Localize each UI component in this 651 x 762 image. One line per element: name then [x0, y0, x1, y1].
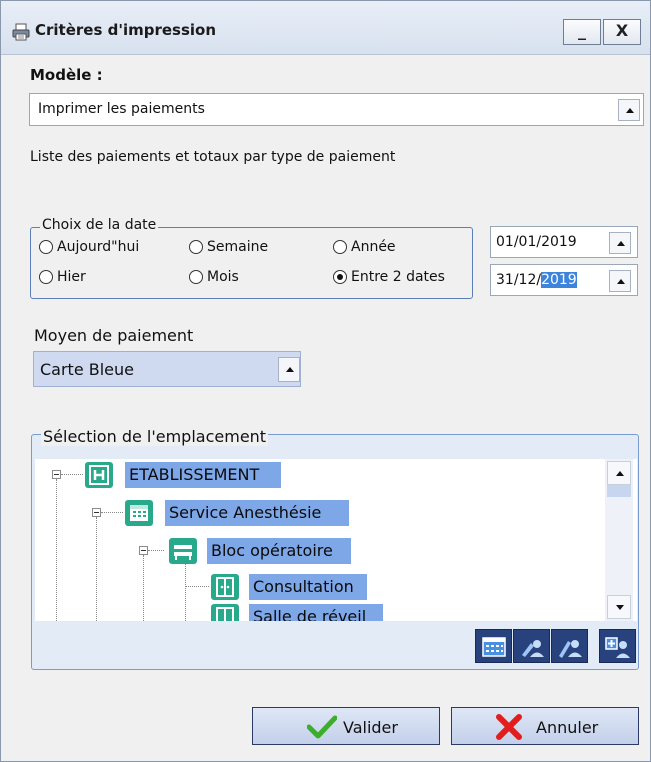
- date-choice-legend: Choix de la date: [40, 217, 159, 233]
- chevron-down-icon[interactable]: [618, 99, 640, 121]
- window-title: Critères d'impression: [35, 21, 217, 39]
- door-icon: [211, 604, 239, 621]
- radio-aujourdhui[interactable]: Aujourd"hui: [39, 238, 139, 256]
- radio-entre-2-dates[interactable]: Entre 2 dates: [333, 268, 445, 286]
- cancel-button[interactable]: Annuler: [451, 707, 639, 745]
- hospital-icon: [85, 462, 113, 488]
- calendar-view-button[interactable]: [475, 629, 512, 663]
- scroll-up-icon[interactable]: [607, 461, 631, 485]
- validate-label: Valider: [343, 718, 398, 737]
- user-edit-icon: [559, 640, 582, 658]
- add-user-button[interactable]: [599, 629, 636, 663]
- print-criteria-dialog: Critères d'impression _ X Modèle : Impri…: [0, 0, 651, 762]
- tree-item-service-anesthesie[interactable]: Service Anesthésie: [35, 497, 365, 527]
- chevron-down-icon[interactable]: [278, 357, 300, 382]
- add-user-icon: [605, 637, 630, 658]
- payment-value: Carte Bleue: [40, 360, 135, 379]
- radio-hier[interactable]: Hier: [39, 268, 86, 286]
- collapse-icon[interactable]: [139, 546, 148, 555]
- date-to-spin-icon[interactable]: [609, 270, 631, 292]
- tree-scrollbar[interactable]: [605, 459, 633, 621]
- model-description: Liste des paiements et totaux par type d…: [30, 149, 396, 165]
- close-button[interactable]: X: [603, 19, 641, 45]
- printer-icon: [12, 23, 30, 41]
- date-to-selected-text: 2019: [541, 272, 577, 288]
- tree-item-salle-de-reveil[interactable]: Salle de réveil: [35, 601, 395, 621]
- date-from-spin-icon[interactable]: [609, 232, 631, 254]
- payment-label: Moyen de paiement: [34, 326, 194, 345]
- location-tree[interactable]: ETABLISSEMENT Service Anesthésie Bloc op…: [35, 459, 637, 621]
- location-legend: Sélection de l'emplacement: [41, 427, 269, 446]
- cancel-label: Annuler: [536, 718, 599, 737]
- date-from-input[interactable]: 01/01/2019: [490, 226, 638, 258]
- payment-select[interactable]: Carte Bleue: [33, 351, 301, 387]
- radio-selected-icon: [333, 270, 347, 284]
- calendar-grid-icon: [482, 637, 506, 657]
- model-label: Modèle :: [30, 66, 103, 84]
- radio-circle-icon: [39, 240, 53, 254]
- scroll-down-icon[interactable]: [607, 595, 631, 619]
- title-bar[interactable]: Critères d'impression _ X: [1, 1, 650, 55]
- radio-circle-icon: [189, 240, 203, 254]
- radio-circle-icon: [189, 270, 203, 284]
- date-to-value: 31/12/: [496, 272, 542, 288]
- tree-item-bloc-operatoire[interactable]: Bloc opératoire: [35, 535, 365, 565]
- tree-item-etablissement[interactable]: ETABLISSEMENT: [35, 459, 335, 489]
- bed-icon: [169, 538, 197, 564]
- user-tool-button[interactable]: [513, 629, 550, 663]
- user-edit-button[interactable]: [551, 629, 588, 663]
- date-from-value: 01/01/2019: [496, 234, 577, 250]
- radio-annee[interactable]: Année: [333, 238, 396, 256]
- cross-icon: [496, 714, 522, 740]
- radio-semaine[interactable]: Semaine: [189, 238, 268, 256]
- radio-circle-icon: [333, 240, 347, 254]
- validate-button[interactable]: Valider: [252, 707, 440, 745]
- door-icon: [211, 574, 239, 600]
- scroll-thumb[interactable]: [607, 485, 631, 497]
- date-to-input[interactable]: 31/12/2019: [490, 264, 638, 296]
- collapse-icon[interactable]: [52, 470, 61, 479]
- radio-mois[interactable]: Mois: [189, 268, 239, 286]
- calendar-grid-icon: [125, 500, 153, 526]
- tree-item-consultation[interactable]: Consultation: [35, 571, 375, 601]
- model-value: Imprimer les paiements: [38, 101, 205, 117]
- user-pen-icon: [522, 640, 544, 657]
- checkmark-icon: [307, 715, 337, 739]
- radio-circle-icon: [39, 270, 53, 284]
- minimize-button[interactable]: _: [563, 19, 601, 45]
- collapse-icon[interactable]: [92, 508, 101, 517]
- model-select[interactable]: Imprimer les paiements: [29, 93, 644, 126]
